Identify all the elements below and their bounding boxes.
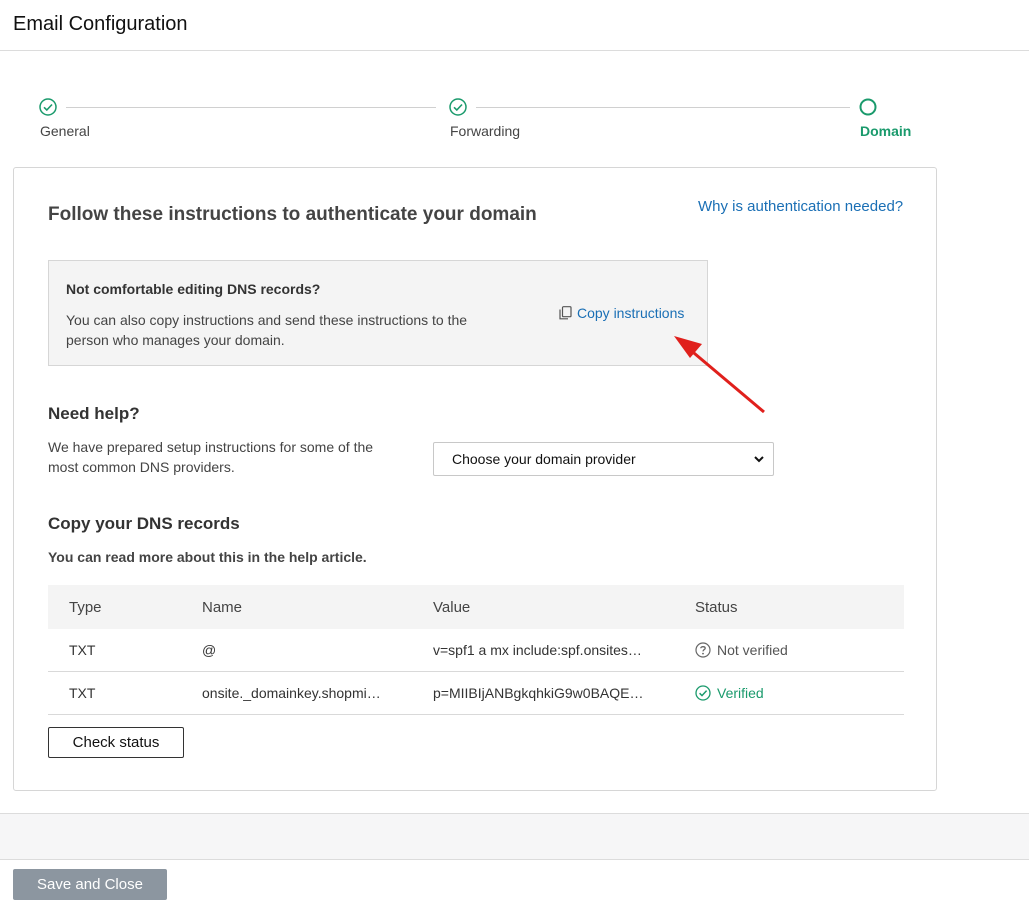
column-header-type: Type xyxy=(69,598,102,616)
record-type: TXT xyxy=(69,642,96,658)
table-row: TXT onsite._domainkey.shopmi… p=MIIBIjAN… xyxy=(48,672,904,715)
record-status: Not verified xyxy=(695,629,788,671)
need-help-description: We have prepared setup instructions for … xyxy=(48,439,374,475)
step-general-label[interactable]: General xyxy=(40,123,90,139)
record-type: TXT xyxy=(69,685,96,701)
why-authentication-link[interactable]: Why is authentication needed? xyxy=(698,198,903,215)
copy-icon xyxy=(559,306,572,320)
domain-provider-select-value: Choose your domain provider xyxy=(452,451,636,467)
table-row: TXT @ v=spf1 a mx include:spf.onsites… N… xyxy=(48,629,904,672)
column-header-value: Value xyxy=(433,598,471,616)
check-circle-icon xyxy=(39,98,57,116)
column-header-name: Name xyxy=(202,598,243,616)
domain-provider-select[interactable]: Choose your domain provider xyxy=(433,442,774,476)
need-help-title: Need help? xyxy=(48,404,140,423)
main-content: General Forwarding Domain Follow these i… xyxy=(0,51,1029,814)
dns-box-description: You can also copy instructions and send … xyxy=(66,312,468,348)
card-title: Follow these instructions to authenticat… xyxy=(48,204,537,225)
record-name[interactable]: onsite._domainkey.shopmi… xyxy=(202,672,381,714)
step-domain-label[interactable]: Domain xyxy=(860,123,911,139)
page-title: Email Configuration xyxy=(13,13,188,35)
step-forwarding-label[interactable]: Forwarding xyxy=(450,123,520,139)
check-status-button[interactable]: Check status xyxy=(48,727,184,758)
question-circle-icon xyxy=(695,642,711,658)
stepper-connector xyxy=(66,107,436,108)
record-status-label: Not verified xyxy=(717,642,788,658)
window-header: Email Configuration xyxy=(0,0,1029,51)
record-name[interactable]: @ xyxy=(202,629,216,671)
chevron-down-icon xyxy=(754,456,764,463)
record-status-label: Verified xyxy=(717,685,764,701)
footer-bar: Save and Close xyxy=(0,859,1029,907)
record-status: Verified xyxy=(695,672,764,714)
annotation-arrow xyxy=(674,336,765,414)
table-header: Type Name Value Status xyxy=(48,585,904,629)
check-circle-icon xyxy=(695,685,711,701)
dns-box-question: Not comfortable editing DNS records? xyxy=(66,281,321,297)
circle-icon xyxy=(859,98,877,116)
record-value[interactable]: v=spf1 a mx include:spf.onsites… xyxy=(433,629,642,671)
check-circle-icon xyxy=(449,98,467,116)
stepper-connector xyxy=(476,107,850,108)
dns-records-table: Type Name Value Status TXT @ v=spf1 a mx… xyxy=(48,585,904,715)
column-header-status: Status xyxy=(695,598,738,616)
dns-records-subtitle: You can read more about this in the help… xyxy=(48,549,367,565)
record-value[interactable]: p=MIIBIjANBgkqhkiG9w0BAQE… xyxy=(433,672,643,714)
dns-help-box: Not comfortable editing DNS records? You… xyxy=(48,260,708,366)
dns-records-title: Copy your DNS records xyxy=(48,514,240,533)
save-and-close-button[interactable]: Save and Close xyxy=(13,869,167,900)
domain-auth-card: Follow these instructions to authenticat… xyxy=(13,167,937,791)
